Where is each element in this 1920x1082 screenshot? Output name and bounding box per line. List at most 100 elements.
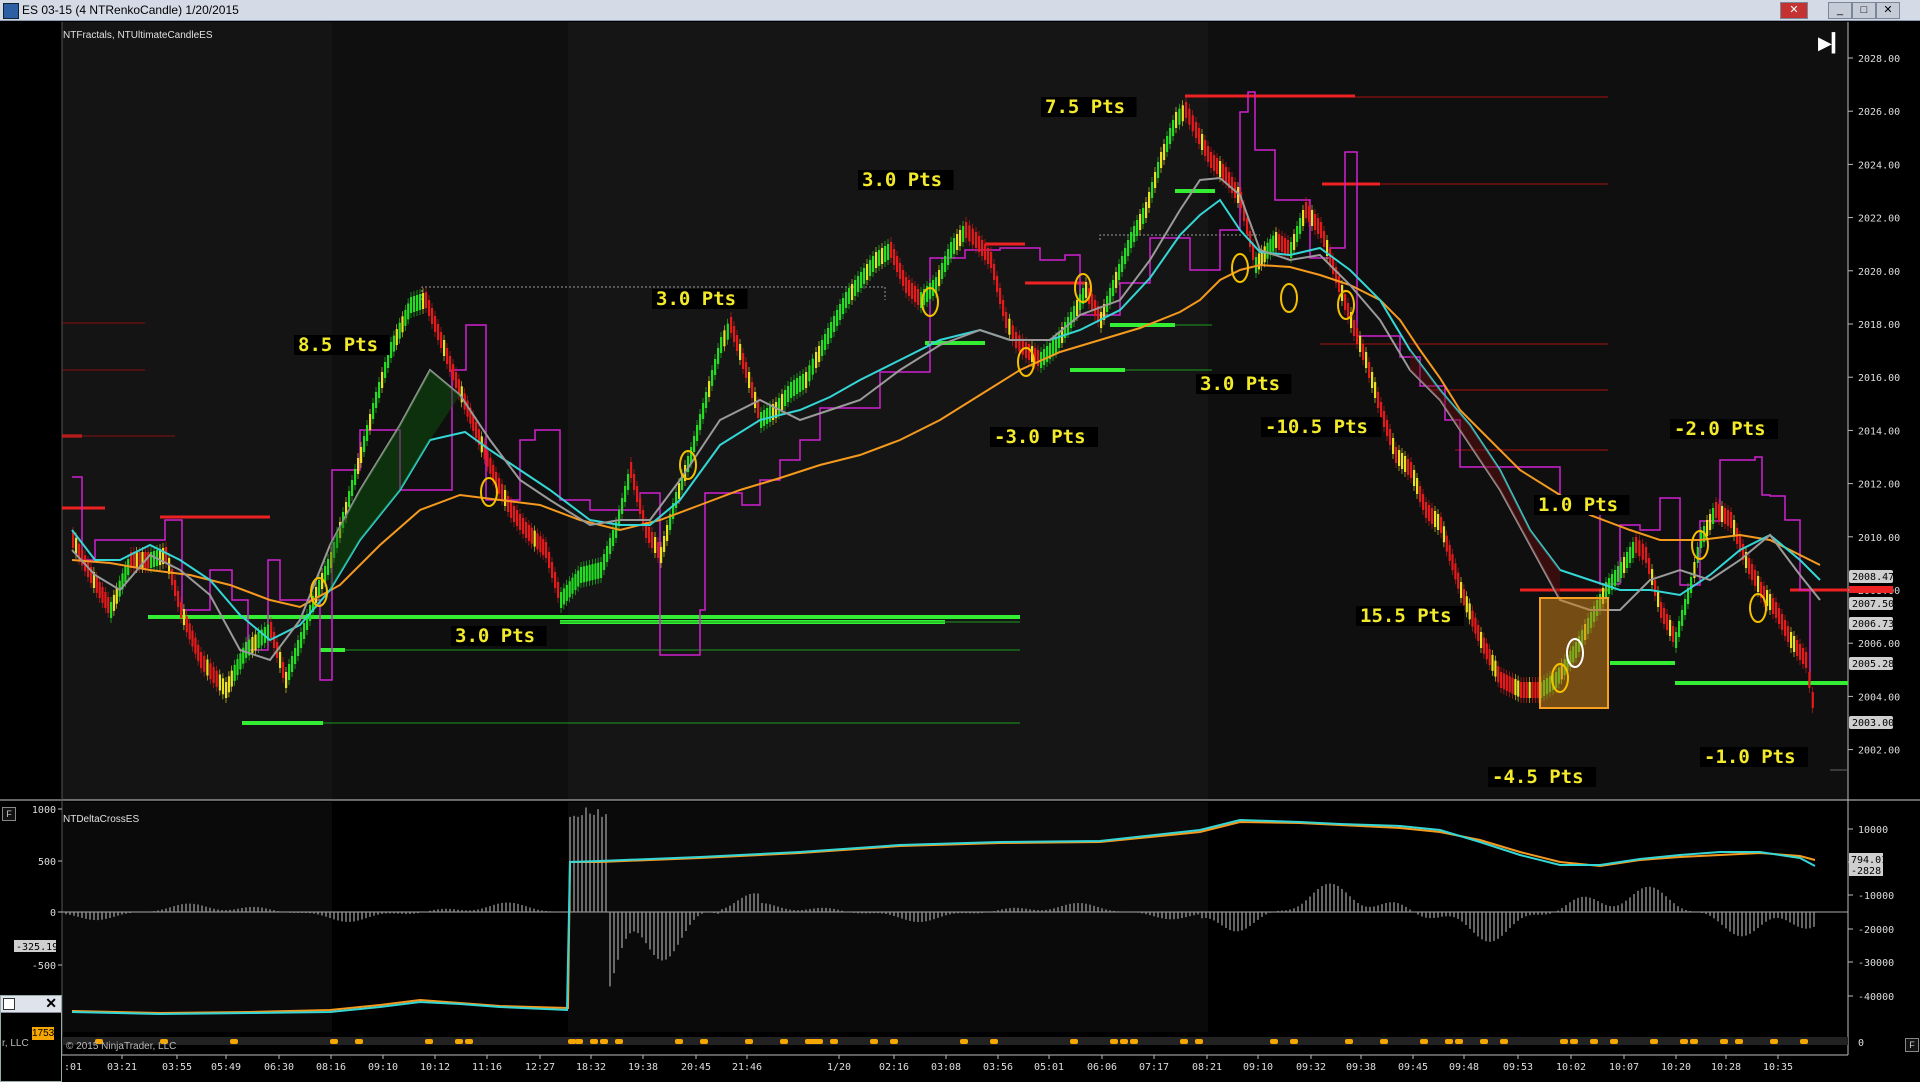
time-axis: :01 03:21 03:55 05:49 06:30 08:16 09:10 10:12 11…: [62, 1055, 1848, 1073]
svg-text:2003.00: 2003.00: [1852, 718, 1894, 729]
time-tick-label: 09:32: [1296, 1062, 1326, 1073]
pts-label: 3.0 Pts: [656, 288, 736, 310]
time-tick-label: 10:28: [1711, 1062, 1741, 1073]
pts-label: -2.0 Pts: [1674, 418, 1766, 440]
delta-right-tick: -20000: [1858, 925, 1894, 936]
session-marker: [675, 1039, 683, 1044]
session-marker: [1445, 1039, 1453, 1044]
popup-icon: [3, 998, 15, 1010]
time-tick-label: 10:35: [1763, 1062, 1793, 1073]
session-marker: [1290, 1039, 1298, 1044]
price-tick-label: 2012.00: [1858, 480, 1900, 491]
session-marker: [960, 1039, 968, 1044]
session-marker: [780, 1039, 788, 1044]
pts-label: 3.0 Pts: [1200, 373, 1280, 395]
price-tick-label: 2006.00: [1858, 639, 1900, 650]
highlight-zone: [1540, 598, 1608, 708]
time-tick-label: :01: [64, 1062, 82, 1073]
delta-right-zero: 0: [1858, 1038, 1864, 1049]
price-tag: 2006.73: [1849, 617, 1894, 630]
pts-label: 15.5 Pts: [1360, 605, 1452, 627]
chart-canvas[interactable]: 2028.00 2026.00 2024.00 2022.00 2020.00 2018.…: [0, 0, 1920, 1080]
session-marker: [355, 1039, 363, 1044]
delta-left-tick: 0: [50, 908, 56, 919]
time-tick-label: 03:56: [983, 1062, 1013, 1073]
session-marker: [870, 1039, 878, 1044]
price-tick-label: 2022.00: [1858, 214, 1900, 225]
session-marker: [700, 1039, 708, 1044]
session-marker: [1735, 1039, 1743, 1044]
time-tick-label: 06:06: [1087, 1062, 1117, 1073]
price-tick-label: 2010.00: [1858, 533, 1900, 544]
session-marker: [1570, 1039, 1578, 1044]
session-marker: [330, 1039, 338, 1044]
popup-count-badge: 1753: [32, 1027, 54, 1040]
time-tick-label: 09:48: [1449, 1062, 1479, 1073]
delta-right-tick: -10000: [1858, 891, 1894, 902]
session-marker: [990, 1039, 998, 1044]
delta-right-tick: -40000: [1858, 992, 1894, 1003]
time-tick-label: 09:10: [1243, 1062, 1273, 1073]
price-tag: 2003.00: [1849, 716, 1894, 729]
pts-label: -10.5 Pts: [1265, 416, 1368, 438]
session-marker: [1500, 1039, 1508, 1044]
time-tick-label: 07:17: [1139, 1062, 1169, 1073]
time-tick-label: 06:30: [264, 1062, 294, 1073]
session-marker: [1120, 1039, 1128, 1044]
panel-float-button-right[interactable]: F: [1905, 1038, 1919, 1052]
price-tag: 2008.47: [1849, 570, 1894, 583]
time-tick-label: 09:10: [368, 1062, 398, 1073]
time-tick-label: 20:45: [681, 1062, 711, 1073]
pts-label: 3.0 Pts: [455, 625, 535, 647]
session-marker: [465, 1039, 473, 1044]
price-tag: 2007.50: [1849, 597, 1894, 610]
session-marker: [1110, 1039, 1118, 1044]
price-indicator-label: NTFractals, NTUltimateCandleES: [63, 30, 213, 41]
delta-right-tick: 10000: [1858, 825, 1888, 836]
time-tick-label: 19:38: [628, 1062, 658, 1073]
session-marker: [1560, 1039, 1568, 1044]
price-tick-label: 2018.00: [1858, 320, 1900, 331]
session-marker: [1680, 1039, 1688, 1044]
session-marker: [1610, 1039, 1618, 1044]
time-tick-label: 09:45: [1398, 1062, 1428, 1073]
time-tick-label: 03:55: [162, 1062, 192, 1073]
time-tick-label: 18:32: [576, 1062, 606, 1073]
time-tick-label: 08:16: [316, 1062, 346, 1073]
time-tick-label: 03:08: [931, 1062, 961, 1073]
price-tick-label: 2026.00: [1858, 107, 1900, 118]
pts-label: 1.0 Pts: [1538, 494, 1618, 516]
session-marker: [455, 1039, 463, 1044]
svg-text:2005.28: 2005.28: [1852, 659, 1894, 670]
session-marker: [590, 1039, 598, 1044]
time-tick-label: 10:12: [420, 1062, 450, 1073]
play-to-end-icon[interactable]: ▶▎: [1818, 33, 1842, 55]
price-tick-label: 2014.00: [1858, 426, 1900, 437]
delta-left-tick: 1000: [32, 805, 56, 816]
price-tick-label: 2002.00: [1858, 746, 1900, 757]
time-tick-label: 09:53: [1503, 1062, 1533, 1073]
session-marker: [1345, 1039, 1353, 1044]
popup-close-icon[interactable]: ✕: [45, 995, 57, 1012]
session-marker: [230, 1039, 238, 1044]
svg-text:2007.50: 2007.50: [1852, 599, 1894, 610]
session-marker: [1420, 1039, 1428, 1044]
session-marker: [1180, 1039, 1188, 1044]
session-marker: [1770, 1039, 1778, 1044]
session-marker: [1720, 1039, 1728, 1044]
pts-label: -4.5 Pts: [1492, 766, 1584, 788]
price-tick-label: 2020.00: [1858, 267, 1900, 278]
panel-float-button[interactable]: F: [2, 807, 16, 821]
session-marker: [1195, 1039, 1203, 1044]
time-tick-label: 02:16: [879, 1062, 909, 1073]
time-tick-label: 10:02: [1556, 1062, 1586, 1073]
session-marker: [890, 1039, 898, 1044]
session-marker: [1590, 1039, 1598, 1044]
time-tick-label: 03:21: [107, 1062, 137, 1073]
price-tick-label: 2024.00: [1858, 160, 1900, 171]
session-marker: [615, 1039, 623, 1044]
session-marker: [745, 1039, 753, 1044]
svg-text:2006.73: 2006.73: [1852, 619, 1894, 630]
delta-left-tick: 500: [38, 857, 56, 868]
delta-right-tag-text: -2828: [1851, 866, 1881, 877]
